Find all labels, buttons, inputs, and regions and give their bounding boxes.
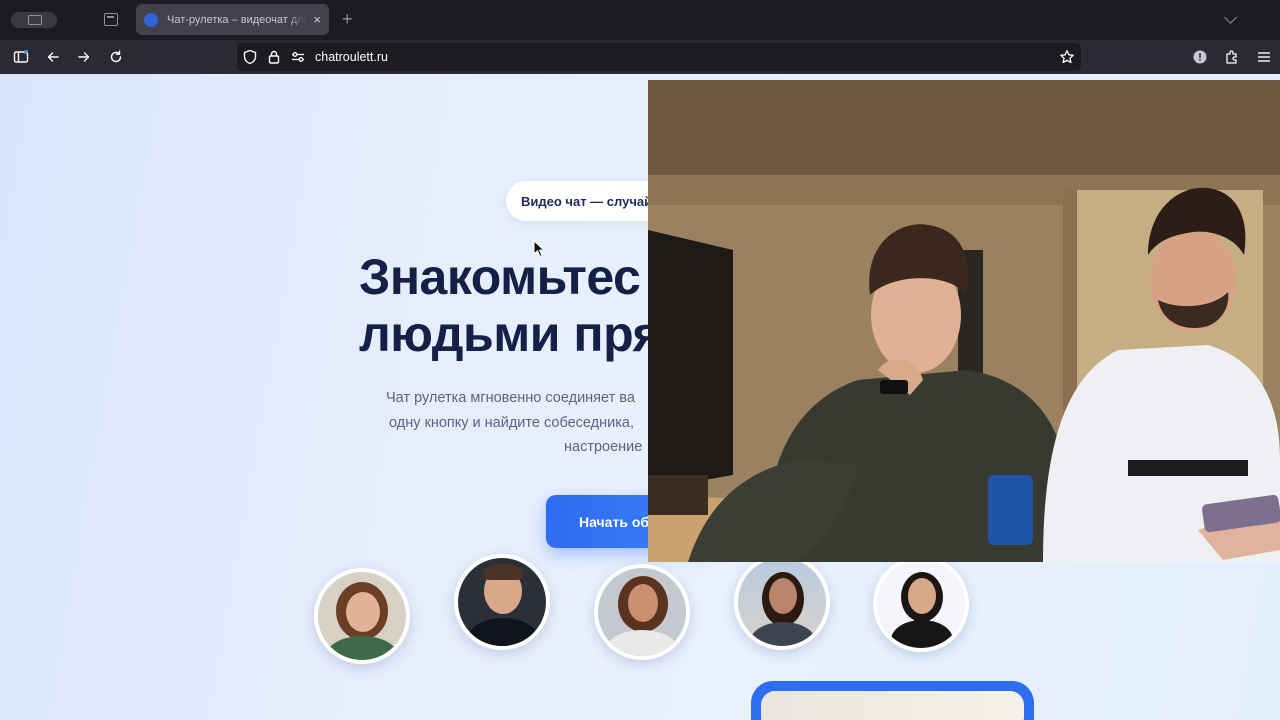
browser-tab-strip: Чат-рулетка – видеочат для случайного об… <box>0 0 1280 40</box>
mouse-cursor-icon <box>533 240 545 258</box>
reload-icon[interactable] <box>108 49 124 65</box>
list-all-tabs-chevron-icon[interactable] <box>1224 12 1238 26</box>
avatar <box>594 564 690 660</box>
phone-mockup <box>751 681 1034 720</box>
hero-lead-line-2: одну кнопку и найдите собеседника, <box>389 415 634 431</box>
sidebar-icon[interactable] <box>13 49 29 65</box>
lock-icon[interactable] <box>266 49 282 65</box>
tab-title: Чат-рулетка – видеочат для случайного об… <box>167 13 307 26</box>
avatar <box>734 554 830 650</box>
url-bar[interactable]: chatroulett.ru <box>237 43 1081 71</box>
back-arrow-icon[interactable] <box>45 49 61 65</box>
window-icon <box>28 15 42 25</box>
phone-screen <box>761 691 1024 720</box>
avatar <box>454 554 550 650</box>
avatar <box>314 568 410 664</box>
menu-hamburger-icon[interactable] <box>1256 49 1272 65</box>
bookmark-star-icon[interactable] <box>1059 49 1075 65</box>
webcam-video-frame <box>648 80 1280 562</box>
new-tab-button[interactable]: + <box>342 10 353 28</box>
tracking-protection-shield-icon[interactable] <box>242 49 258 65</box>
permissions-sliders-icon[interactable] <box>290 49 306 65</box>
forward-arrow-icon[interactable] <box>76 49 92 65</box>
avatar <box>873 556 969 652</box>
webcam-video-overlay[interactable] <box>648 80 1280 562</box>
browser-navigation-bar: chatroulett.ru <box>0 40 1280 74</box>
url-text[interactable]: chatroulett.ru <box>315 50 388 64</box>
hero-lead-line-1: Чат рулетка мгновенно соединяет ва <box>386 390 635 406</box>
site-favicon-icon <box>144 12 158 27</box>
browser-tab-active[interactable]: Чат-рулетка – видеочат для случайного об… <box>136 4 329 35</box>
extensions-puzzle-icon[interactable] <box>1224 49 1240 65</box>
tab-close-button[interactable]: × <box>313 13 321 26</box>
tab-groups-icon[interactable] <box>104 13 118 26</box>
hero-lead-line-3: настроение <box>564 439 643 455</box>
extension-info-icon[interactable] <box>1192 49 1208 65</box>
sidebar-toggle-pill[interactable] <box>11 12 57 28</box>
